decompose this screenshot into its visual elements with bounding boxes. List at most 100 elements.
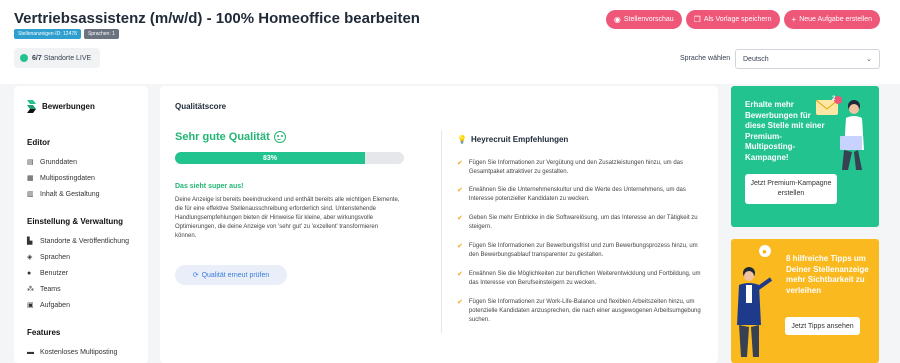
- recommendation-item: ✔ Fügen Sie Informationen zur Bewerbungs…: [457, 242, 707, 260]
- save-as-template-button[interactable]: ❐ Als Vorlage speichern: [685, 10, 780, 29]
- quality-percent: 83%: [263, 154, 278, 162]
- premium-campaign-promo: Erhalte mehr Bewerbungen für diese Stell…: [731, 86, 879, 227]
- page-header: Vertriebsassistenz (m/w/d) - 100% Homeof…: [0, 0, 900, 84]
- sidebar-item-teams[interactable]: ⁂ Teams: [27, 286, 61, 293]
- briefcase-icon: ▬: [27, 349, 34, 356]
- quality-progress-fill: 83%: [175, 152, 366, 164]
- sidebar-section-features: Features: [27, 328, 61, 337]
- user-icon: ●: [27, 270, 32, 277]
- quality-label: Sehr gute Qualität: [175, 131, 286, 143]
- recommendations-title: 💡 Heyrecruit Empfehlungen: [457, 135, 568, 144]
- tasks-icon: ▣: [27, 302, 34, 309]
- sidebar-item-label: Inhalt & Gestaltung: [40, 191, 100, 198]
- recommendation-text: Fügen Sie Informationen zur Bewerbungsfr…: [468, 243, 698, 258]
- quality-progress-bar: 83%: [175, 152, 404, 164]
- locations-live-pill[interactable]: 6/7 Standorte LIVE: [14, 48, 100, 68]
- recommendation-text: Erwähnen Sie die Möglichkeiten zur beruf…: [468, 271, 701, 286]
- plus-icon: +: [791, 15, 797, 24]
- users-icon: ⁂: [27, 286, 34, 293]
- check-icon: ✔: [457, 271, 463, 278]
- locations-count: 6/7: [32, 54, 42, 62]
- heyrecruit-logo-icon: [27, 100, 36, 113]
- language-label: Sprache wählen: [680, 55, 731, 62]
- tips-promo: ● 8 hilfreiche Tipps um Deiner Stellenan…: [731, 239, 879, 363]
- sidebar-item-aufgaben[interactable]: ▣ Aufgaben: [27, 302, 70, 309]
- tips-button-label: Jetzt Tipps ansehen: [791, 322, 854, 330]
- header-actions: ◉ Stellenvorschau ❐ Als Vorlage speicher…: [605, 10, 880, 29]
- recommendation-item: ✔ Geben Sie mehr Einblicke in die Softwa…: [457, 214, 707, 232]
- quality-score-title: Qualitätscore: [175, 102, 227, 111]
- woman-with-laptop-illustration: [816, 96, 864, 170]
- premium-campaign-button[interactable]: Jetzt Premium-Kampagne erstellen: [745, 174, 837, 204]
- sidebar-item-sprachen[interactable]: ◈ Sprachen: [27, 254, 70, 261]
- quality-label-text: Sehr gute Qualität: [175, 131, 270, 143]
- sidebar-section-settings: Einstellung & Verwaltung: [27, 217, 124, 226]
- sidebar-item-benutzer[interactable]: ● Benutzer: [27, 270, 68, 277]
- document-icon: ▤: [27, 159, 34, 166]
- quality-description: Deine Anzeige ist bereits beeindruckend …: [175, 197, 400, 239]
- premium-promo-text: Erhalte mehr Bewerbungen für diese Stell…: [745, 100, 825, 162]
- sidebar-item-label: Benutzer: [40, 270, 69, 277]
- recheck-quality-label: Qualität erneut prüfen: [201, 271, 270, 279]
- man-pointing-illustration: ●: [737, 245, 773, 357]
- tips-button[interactable]: Jetzt Tipps ansehen: [785, 317, 860, 335]
- notification-badge: 2: [832, 96, 836, 102]
- recommendation-text: Fügen Sie Informationen zur Work-Life-Ba…: [468, 299, 701, 323]
- sidebar-item-inhalt-gestaltung[interactable]: ▥ Inhalt & Gestaltung: [27, 191, 100, 198]
- check-icon: ✔: [457, 187, 463, 194]
- sidebar-brand-label: Bewerbungen: [42, 102, 95, 111]
- check-icon: ✔: [457, 243, 463, 250]
- premium-campaign-button-label: Jetzt Premium-Kampagne erstellen: [750, 180, 832, 197]
- recommendation-text: Geben Sie mehr Einblicke in die Software…: [468, 215, 698, 230]
- recommendation-text: Erwähnen Sie die Unternehmenskultur und …: [468, 187, 686, 202]
- language-select[interactable]: Deutsch ⌄: [735, 49, 880, 69]
- sidebar-item-label: Multipostingdaten: [40, 175, 95, 182]
- sidebar-item-multipostingdaten[interactable]: ▦ Multipostingdaten: [27, 175, 95, 182]
- sidebar-brand[interactable]: Bewerbungen: [27, 100, 95, 113]
- building-icon: ▙: [27, 238, 33, 245]
- tips-promo-text: 8 hilfreiche Tipps um Deiner Stellenanze…: [786, 254, 869, 295]
- smiley-icon: [273, 131, 286, 143]
- badge-group: Stellenanzeigen-ID: 12478 Sprachen: 1: [14, 29, 119, 39]
- locations-label: Standorte LIVE: [43, 54, 92, 62]
- recheck-quality-button[interactable]: ⟳ Qualität erneut prüfen: [175, 265, 287, 285]
- grid-icon: ▦: [27, 175, 34, 182]
- preview-button[interactable]: ◉ Stellenvorschau: [605, 10, 682, 29]
- refresh-icon: ⟳: [192, 272, 199, 279]
- sidebar-item-grunddaten[interactable]: ▤ Grunddaten: [27, 159, 77, 166]
- chevron-down-icon: ⌄: [866, 56, 872, 63]
- sidebar-item-label: Teams: [40, 286, 61, 293]
- recommendation-item: ✔ Erwähnen Sie die Möglichkeiten zur ber…: [457, 270, 707, 288]
- languages-badge: Sprachen: 1: [83, 29, 119, 39]
- live-status-dot: [20, 54, 28, 62]
- sidebar-section-editor: Editor: [27, 138, 51, 147]
- job-id-badge: Stellenanzeigen-ID: 12478: [14, 29, 81, 39]
- new-task-label: Neue Aufgabe erstellen: [799, 16, 872, 23]
- copy-icon: ❐: [693, 15, 701, 24]
- preview-button-label: Stellenvorschau: [623, 16, 674, 23]
- sidebar-item-multiposting[interactable]: ▬ Kostenloses Multiposting: [27, 349, 117, 356]
- recommendation-text: Fügen Sie Informationen zur Vergütung un…: [468, 160, 684, 175]
- page-title: Vertriebsassistenz (m/w/d) - 100% Homeof…: [14, 10, 420, 27]
- language-select-value: Deutsch: [743, 55, 769, 63]
- eye-icon: ◉: [613, 15, 621, 24]
- lightbulb-icon: 💡: [457, 135, 467, 144]
- quality-subheading: Das sieht super aus!: [175, 183, 244, 190]
- chat-icon: ◈: [27, 254, 33, 261]
- sidebar-item-label: Kostenloses Multiposting: [40, 349, 118, 356]
- recommendation-item: ✔ Fügen Sie Informationen zur Vergütung …: [457, 159, 707, 177]
- sidebar-item-label: Standorte & Veröffentlichung: [40, 238, 129, 245]
- svg-text:●: ●: [762, 247, 767, 256]
- layout-icon: ▥: [27, 191, 34, 198]
- check-icon: ✔: [457, 299, 463, 306]
- recommendation-item: ✔ Erwähnen Sie die Unternehmenskultur un…: [457, 186, 707, 204]
- recommendations-title-text: Heyrecruit Empfehlungen: [470, 135, 569, 144]
- sidebar-item-label: Grunddaten: [40, 159, 77, 166]
- check-icon: ✔: [457, 215, 463, 222]
- vertical-divider: [441, 130, 442, 333]
- sidebar-item-standorte[interactable]: ▙ Standorte & Veröffentlichung: [27, 238, 129, 245]
- new-task-button[interactable]: + Neue Aufgabe erstellen: [783, 10, 880, 29]
- quality-score-card: Qualitätscore Sehr gute Qualität 83% Das…: [160, 86, 718, 363]
- recommendation-item: ✔ Fügen Sie Informationen zur Work-Life-…: [457, 298, 707, 325]
- sidebar: Bewerbungen Editor ▤ Grunddaten ▦ Multip…: [14, 86, 148, 363]
